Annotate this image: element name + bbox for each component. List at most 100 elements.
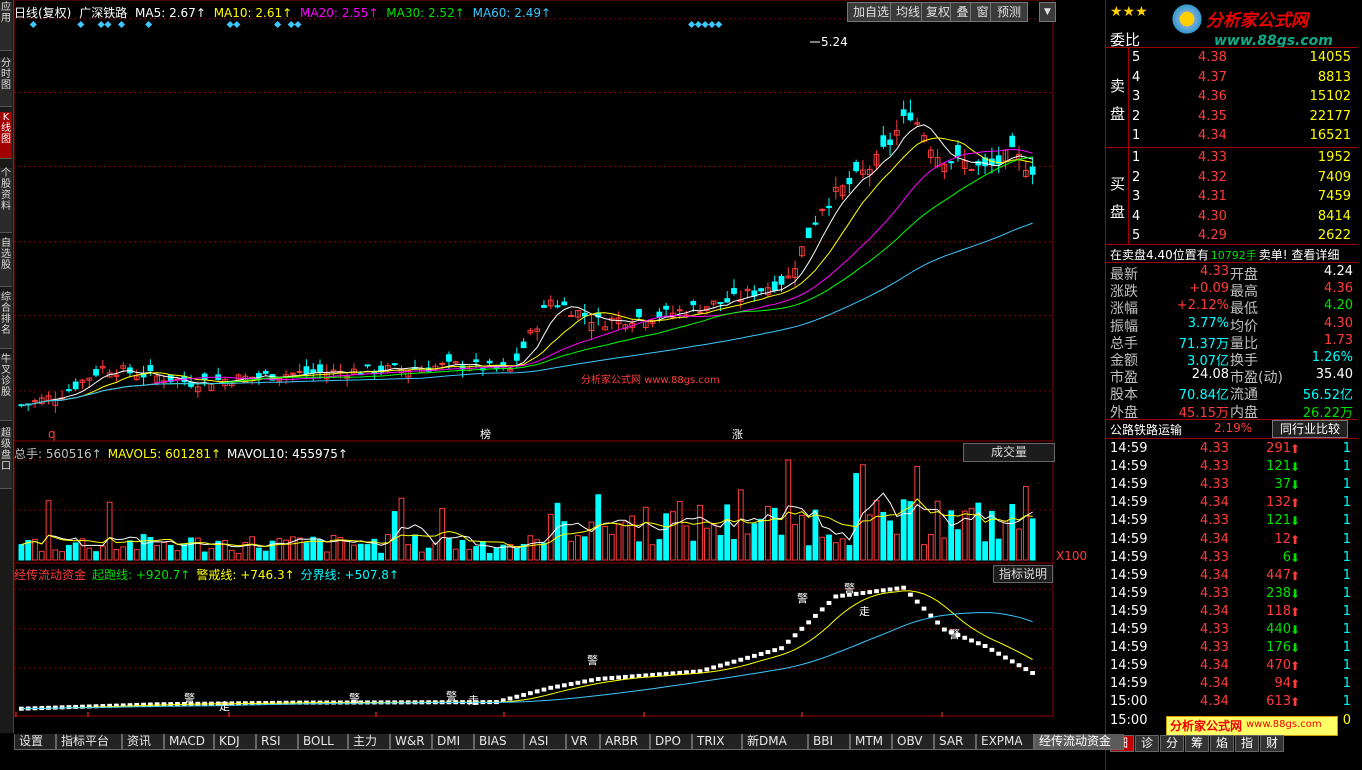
left-tab-6[interactable]: 牛叉诊股 bbox=[0, 354, 12, 421]
right-tab-4[interactable]: 焰 bbox=[1210, 735, 1234, 752]
bottom-tab-20[interactable]: SAR bbox=[934, 734, 976, 750]
indicator-block bbox=[935, 620, 940, 625]
tick-price: 4.34 bbox=[1200, 658, 1229, 674]
sell-price[interactable]: 4.36 bbox=[1198, 89, 1227, 104]
right-tab-1[interactable]: 诊 bbox=[1135, 735, 1159, 752]
bottom-tab-3[interactable]: MACD bbox=[164, 734, 214, 750]
candle-body bbox=[66, 389, 72, 392]
signal-diamond bbox=[701, 20, 709, 29]
sell-price[interactable]: 4.37 bbox=[1198, 70, 1227, 85]
indicator-line2-label: 警戒线: +746.3↑ bbox=[196, 568, 295, 582]
bottom-tab-10[interactable]: BIAS bbox=[474, 734, 524, 750]
volume-dropdown[interactable]: 成交量 bbox=[963, 443, 1055, 462]
left-tab-7[interactable]: 超级盘口 bbox=[0, 428, 12, 489]
volume-bar bbox=[866, 514, 873, 561]
indicator-block bbox=[880, 588, 886, 593]
volume-bar bbox=[995, 538, 1002, 561]
buy-price[interactable]: 4.31 bbox=[1198, 189, 1227, 204]
toolbar-menu-arrow[interactable]: ▼ bbox=[1039, 2, 1056, 22]
bottom-tab-13[interactable]: ARBR bbox=[600, 734, 650, 750]
tick-volume: 121 bbox=[1266, 459, 1291, 475]
buy-price[interactable]: 4.32 bbox=[1198, 170, 1227, 185]
left-tab-0[interactable]: 应用 bbox=[0, 2, 12, 51]
signal-diamond bbox=[294, 20, 302, 29]
order-alert[interactable]: 在卖盘4.40位置有 10792手 卖单! 查看详细 bbox=[1110, 246, 1339, 263]
candle-body bbox=[486, 360, 493, 364]
candle-body bbox=[636, 309, 642, 318]
indicator-block bbox=[901, 585, 907, 590]
bottom-tab-18[interactable]: MTM bbox=[850, 734, 892, 750]
right-tab-5[interactable]: 指 bbox=[1235, 735, 1259, 752]
left-tab-2[interactable]: K线图 bbox=[0, 112, 12, 159]
buy-price[interactable]: 4.29 bbox=[1198, 228, 1227, 243]
tick-volume: 613 bbox=[1266, 694, 1291, 710]
candle-body bbox=[656, 311, 663, 318]
tick-time: 14:59 bbox=[1110, 676, 1148, 692]
logo-banner-url: www.88gs.com bbox=[1246, 719, 1322, 730]
sell-price[interactable]: 4.35 bbox=[1198, 109, 1227, 124]
bottom-tab-6[interactable]: BOLL bbox=[298, 734, 348, 750]
indicator-block bbox=[785, 639, 791, 644]
sell-price[interactable]: 4.38 bbox=[1198, 50, 1227, 65]
industry-name[interactable]: 公路铁路运输 bbox=[1110, 421, 1182, 438]
volume-bar bbox=[724, 504, 731, 561]
right-tab-2[interactable]: 分 bbox=[1160, 735, 1184, 752]
tick-volume: 94 bbox=[1274, 676, 1291, 692]
toolbar-button-5[interactable]: 预测 bbox=[990, 2, 1028, 22]
candle-body bbox=[561, 301, 568, 306]
mark-bang: 榜 bbox=[480, 427, 491, 441]
tick-volume: 118 bbox=[1266, 603, 1291, 619]
bottom-tab-14[interactable]: DPO bbox=[650, 734, 692, 750]
volume-bar bbox=[846, 544, 853, 561]
bottom-tab-1[interactable]: 指标平台 bbox=[56, 734, 122, 750]
indicator-help-button[interactable]: 指标说明 bbox=[993, 565, 1053, 583]
bottom-tab-21[interactable]: EXPMA bbox=[976, 734, 1034, 750]
toolbar-button-0[interactable]: 加自选 bbox=[847, 2, 895, 22]
bottom-tab-8[interactable]: W&R bbox=[390, 734, 432, 750]
bottom-tab-4[interactable]: KDJ bbox=[214, 734, 256, 750]
left-tab-1[interactable]: 分时图 bbox=[0, 58, 12, 107]
buy-price[interactable]: 4.30 bbox=[1198, 209, 1227, 224]
bottom-tab-0[interactable]: 设置 bbox=[14, 734, 56, 750]
candle-body bbox=[826, 205, 832, 209]
bottom-tab-2[interactable]: 资讯 bbox=[122, 734, 164, 750]
sell-volume: 22177 bbox=[1309, 108, 1351, 124]
bottom-tab-16[interactable]: 新DMA bbox=[742, 734, 808, 750]
order-alert-action[interactable]: 卖单! 查看详细 bbox=[1259, 248, 1340, 262]
buy-price[interactable]: 4.33 bbox=[1198, 150, 1227, 165]
bottom-tab-9[interactable]: DMI bbox=[432, 734, 474, 750]
indicator-block bbox=[521, 692, 526, 697]
indicator-block bbox=[806, 620, 812, 625]
left-tab-5[interactable]: 综合排名 bbox=[0, 292, 12, 349]
tick-price: 4.34 bbox=[1200, 495, 1229, 511]
right-tab-3[interactable]: 筹 bbox=[1185, 735, 1209, 752]
stat-value: 4.24 bbox=[1324, 264, 1353, 279]
buy-side-label: 买盘 bbox=[1110, 175, 1126, 221]
left-tab-3[interactable]: 个股资料 bbox=[0, 168, 12, 233]
bottom-tab-17[interactable]: BBI bbox=[808, 734, 850, 750]
bottom-tab-19[interactable]: OBV bbox=[892, 734, 934, 750]
volume-bar bbox=[208, 548, 215, 561]
sell-price[interactable]: 4.34 bbox=[1198, 128, 1227, 143]
bottom-tab-7[interactable]: 主力 bbox=[348, 734, 390, 750]
volume-bar bbox=[384, 534, 391, 561]
industry-compare-button[interactable]: 同行业比较 bbox=[1272, 420, 1348, 438]
bottom-tab-5[interactable]: RSI bbox=[256, 734, 298, 750]
arrow-down-icon: ⬇ bbox=[1290, 514, 1301, 529]
bottom-tab-15[interactable]: TRIX bbox=[692, 734, 742, 750]
period-label[interactable]: 日线(复权) bbox=[14, 6, 71, 20]
indicator-mark-zou: 走 bbox=[219, 700, 230, 713]
tick-price: 4.34 bbox=[1200, 567, 1229, 583]
indicator-block bbox=[59, 705, 65, 710]
volume-bar bbox=[235, 553, 242, 561]
bottom-tab-22[interactable]: 经传流动资金 bbox=[1034, 734, 1124, 750]
right-tab-6[interactable]: 财 bbox=[1260, 735, 1284, 752]
bottom-tab-11[interactable]: ASI bbox=[524, 734, 566, 750]
left-tab-4[interactable]: 自选股 bbox=[0, 238, 12, 287]
kline-chart-svg[interactable]: 5.394.884.373.853.342.825.24q榜涨分析家公式网 ww… bbox=[13, 0, 1105, 732]
tick-count: 1 bbox=[1342, 459, 1351, 475]
indicator-block bbox=[969, 638, 974, 643]
bottom-tab-12[interactable]: VR bbox=[566, 734, 600, 750]
chart-area[interactable]: 5.394.884.373.853.342.825.24q榜涨分析家公式网 ww… bbox=[13, 0, 1105, 732]
stat-value: 4.20 bbox=[1324, 298, 1353, 314]
